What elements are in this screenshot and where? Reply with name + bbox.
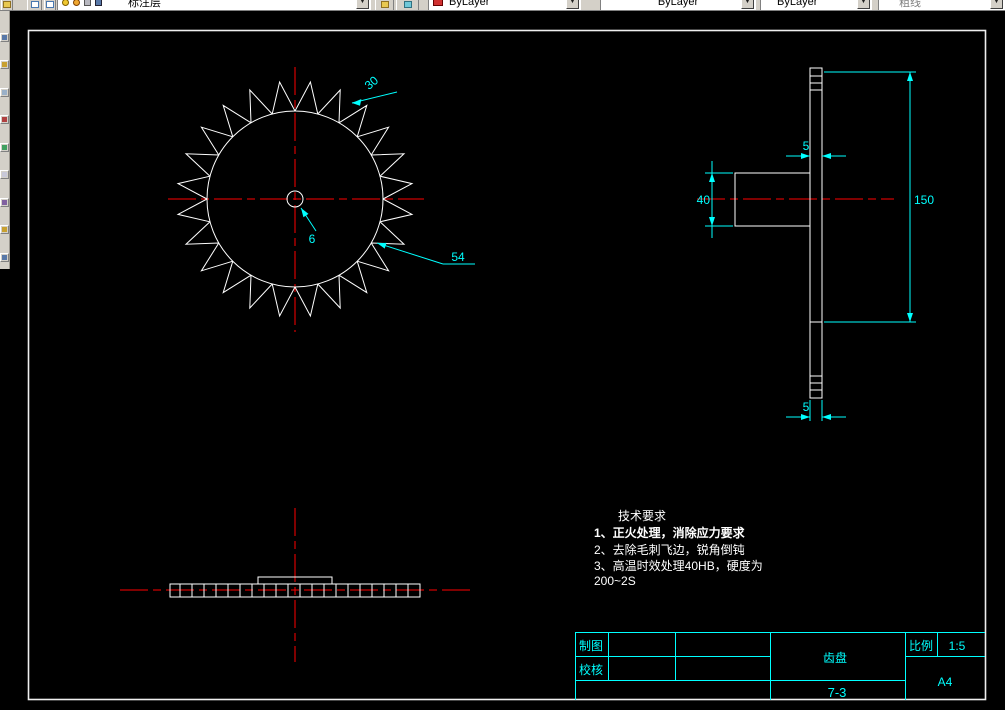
dim-arrow (822, 414, 831, 420)
drawn-by-label: 制图 (579, 639, 603, 653)
dim-arrow (907, 72, 913, 81)
toolbar-button[interactable] (44, 0, 56, 10)
left-toolbar-button[interactable] (0, 60, 9, 69)
dim-diameter-150: 150 (824, 71, 934, 323)
color-combo-arrow-icon[interactable]: ▼ (566, 0, 579, 9)
layer-previous-button[interactable] (396, 0, 419, 10)
tech-requirements: 技术要求 1、正火处理，消除应力要求 2、去除毛刺飞边，锐角倒钝 3、高温时效处… (594, 509, 763, 588)
left-toolbar-button[interactable] (0, 170, 9, 179)
dim-arrow (801, 153, 810, 159)
layer-combo-value: 标注层 (128, 0, 161, 9)
color-swatch (433, 0, 443, 6)
left-toolbar-button[interactable] (0, 198, 9, 207)
dim-arrow (377, 242, 387, 249)
side-view: 5 40 150 5 (697, 67, 934, 421)
dim-thickness-top: 5 (786, 139, 846, 159)
sheet-size: A4 (938, 675, 953, 689)
scale-value: 1:5 (949, 639, 966, 653)
layer-thaw-icon (73, 0, 80, 6)
dim-arrow (352, 99, 362, 106)
disc-section (809, 67, 823, 399)
lineweight-combo[interactable]: ByLayer ▼ (760, 0, 872, 10)
dim-text-40: 40 (697, 193, 711, 207)
layer-lock-icon (84, 0, 91, 6)
left-toolbar-button[interactable] (0, 143, 9, 152)
layer-color-swatch (95, 0, 102, 6)
plotstyle-combo-arrow-icon[interactable]: ▼ (990, 0, 1003, 9)
tech-line-3: 3、高温时效处理40HB，硬度为 (594, 558, 763, 573)
dim-text-30: 30 (362, 73, 381, 93)
make-layer-current-button[interactable] (375, 0, 394, 10)
layers-dialog-button[interactable] (27, 0, 42, 10)
linetype-combo-arrow-icon[interactable]: ▼ (741, 0, 754, 9)
cad-window: 30 6 54 5 40 150 5 技术要求 1、正火处理，消除应力要求 2、… (0, 0, 1005, 710)
plotstyle-combo-value: 粗线 (899, 0, 921, 9)
dim-arrow (907, 313, 913, 322)
tech-line-1: 1、正火处理，消除应力要求 (594, 525, 746, 540)
left-toolbar (0, 11, 10, 269)
dim-leader (376, 242, 444, 265)
tech-title: 技术要求 (618, 509, 666, 523)
dim-arrow (709, 217, 715, 226)
checked-by-label: 校核 (579, 662, 603, 677)
dim-text-6: 6 (309, 232, 316, 246)
title-block: 制图 校核 齿盘 比例 1:5 A4 7-3 (575, 632, 985, 700)
dim-arrow (801, 414, 810, 420)
lineweight-combo-value: ByLayer (777, 0, 818, 8)
left-toolbar-button[interactable] (0, 33, 9, 42)
dim-leader-54: 54 (376, 242, 475, 265)
layer-on-icon (62, 0, 69, 6)
color-combo-value: ByLayer (449, 0, 490, 8)
drawing-number: 7-3 (828, 685, 847, 700)
dim-arrow (709, 173, 715, 182)
left-toolbar-button[interactable] (0, 88, 9, 97)
dim-arrow (822, 153, 831, 159)
part-name: 齿盘 (823, 650, 847, 665)
dim-angle-30: 30 (351, 73, 398, 106)
layer-combo[interactable]: 标注层 ▼ (57, 0, 371, 10)
dim-text-54: 54 (451, 250, 465, 264)
plotstyle-combo[interactable]: 粗线 ▼ (878, 0, 1005, 10)
dim-arrow (301, 208, 309, 218)
lineweight-combo-arrow-icon[interactable]: ▼ (857, 0, 870, 9)
scale-label: 比例 (909, 639, 933, 653)
layer-combo-arrow-icon[interactable]: ▼ (356, 0, 369, 9)
dim-text-5: 5 (803, 139, 810, 153)
color-combo[interactable]: ByLayer ▼ (428, 0, 581, 10)
sheet-border (27, 29, 987, 701)
left-toolbar-button[interactable] (0, 115, 9, 124)
bottom-view (120, 508, 470, 662)
dim-text-5b: 5 (803, 400, 810, 414)
dim-thickness-bottom: 5 (786, 400, 846, 421)
toolbar-button[interactable] (1, 0, 13, 10)
linetype-combo[interactable]: ByLayer ▼ (600, 0, 756, 10)
left-toolbar-button[interactable] (0, 225, 9, 234)
tech-line-2: 2、去除毛刺飞边，锐角倒钝 (594, 542, 745, 557)
linetype-combo-value: ByLayer (657, 0, 699, 8)
tech-line-4: 200~2S (594, 574, 636, 588)
top-toolbar: 标注层 ▼ ByLayer ▼ ByLayer ▼ ByLayer ▼ 粗线 ▼ (0, 0, 1005, 11)
front-view: 30 6 54 (168, 67, 475, 332)
dim-bore-6: 6 (300, 207, 317, 246)
dim-text-150: 150 (914, 193, 934, 207)
left-toolbar-button[interactable] (0, 253, 9, 262)
drawing-canvas[interactable]: 30 6 54 5 40 150 5 技术要求 1、正火处理，消除应力要求 2、… (0, 0, 1005, 710)
